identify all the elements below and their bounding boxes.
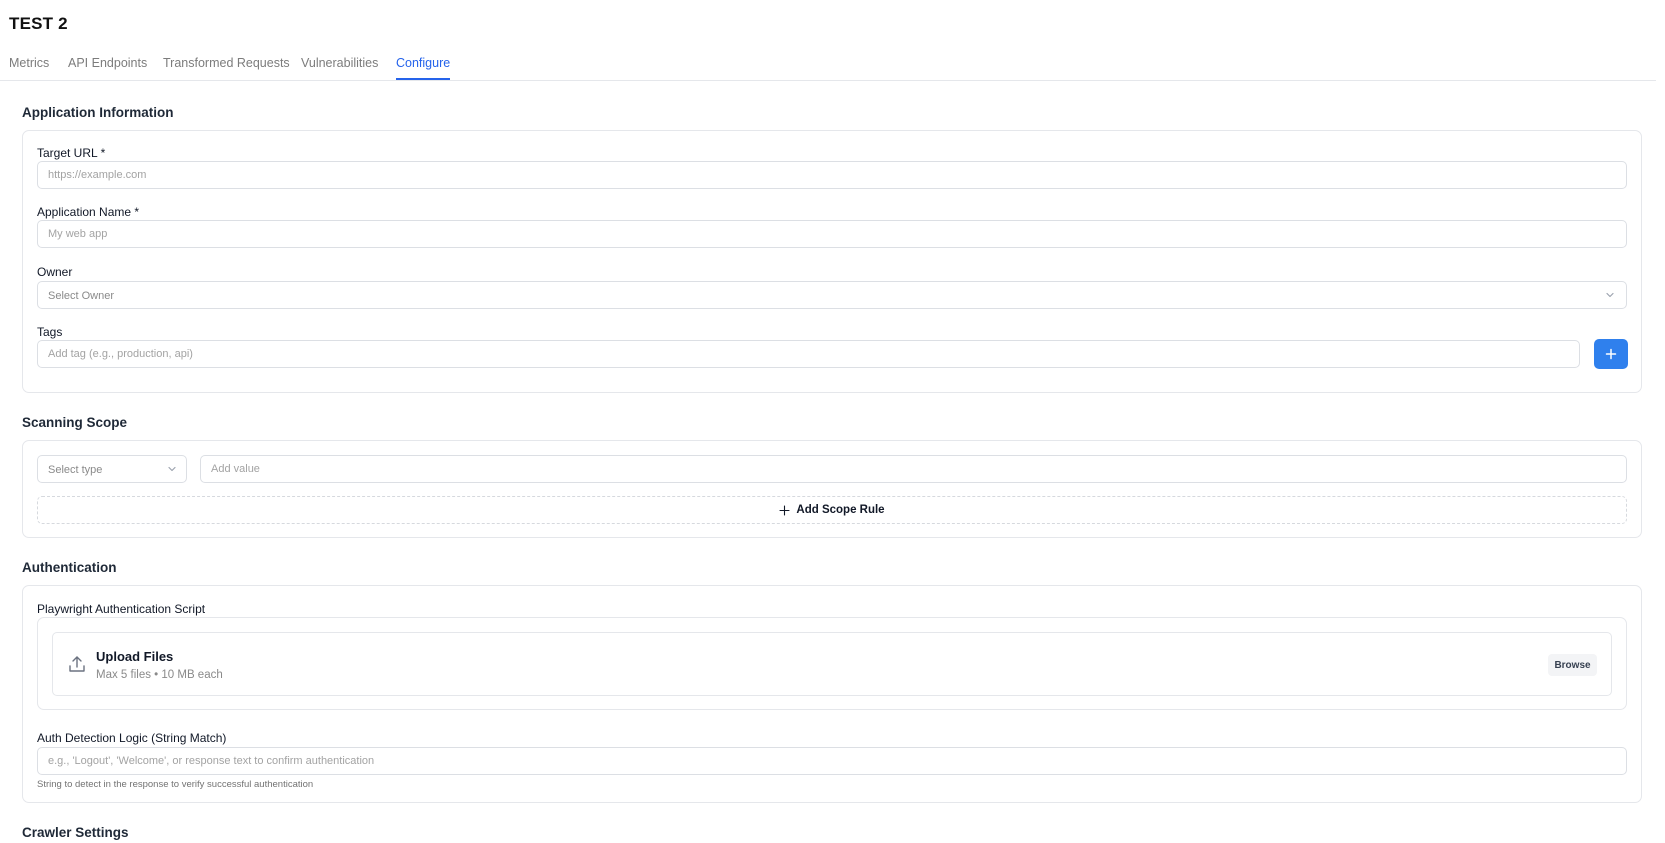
- section-title-scope: Scanning Scope: [22, 415, 128, 430]
- chevron-down-icon: [168, 466, 176, 472]
- target-url-label: Target URL *: [37, 146, 106, 160]
- auth-detection-input[interactable]: [37, 747, 1627, 775]
- tab-vulnerabilities[interactable]: Vulnerabilities: [301, 56, 378, 80]
- application-card: Target URL * Application Name * Owner Se…: [22, 130, 1642, 393]
- tab-bar: Metrics API Endpoints Transformed Reques…: [0, 52, 1656, 81]
- app-name-label: Application Name *: [37, 205, 140, 219]
- tags-label: Tags: [37, 325, 63, 339]
- detection-hint: String to detect in the response to veri…: [37, 779, 314, 790]
- owner-select-value: Select Owner: [48, 290, 115, 302]
- tab-transformed-requests[interactable]: Transformed Requests: [163, 56, 290, 80]
- section-title-application: Application Information: [22, 105, 174, 120]
- authentication-card: Playwright Authentication Script Upload …: [22, 585, 1642, 803]
- scope-type-select[interactable]: Select type: [37, 455, 187, 483]
- detection-label: Auth Detection Logic (String Match): [37, 731, 227, 745]
- script-label: Playwright Authentication Script: [37, 602, 206, 616]
- tags-input[interactable]: [37, 340, 1580, 368]
- chevron-down-icon: [1606, 292, 1614, 298]
- add-scope-rule-label: Add Scope Rule: [796, 504, 885, 516]
- upload-icon: [69, 656, 85, 672]
- section-title-crawler: Crawler Settings: [22, 825, 129, 840]
- target-url-input[interactable]: [37, 161, 1627, 189]
- owner-label: Owner: [37, 265, 73, 279]
- plus-icon: [1605, 348, 1617, 360]
- tab-configure[interactable]: Configure: [396, 56, 451, 80]
- section-title-authentication: Authentication: [22, 560, 117, 575]
- upload-dropzone[interactable]: Upload Files Max 5 files • 10 MB each Br…: [37, 617, 1627, 710]
- page-title: TEST 2: [9, 14, 68, 33]
- scope-value-input[interactable]: [200, 455, 1627, 483]
- upload-limits: Max 5 files • 10 MB each: [96, 669, 223, 681]
- tab-metrics[interactable]: Metrics: [9, 56, 49, 80]
- plus-icon: [779, 504, 790, 516]
- upload-panel: Upload Files Max 5 files • 10 MB each Br…: [52, 632, 1612, 696]
- tab-api-endpoints[interactable]: API Endpoints: [68, 56, 147, 80]
- scope-card: Select type Add Scope Rule: [22, 440, 1642, 538]
- add-scope-rule-button[interactable]: Add Scope Rule: [37, 496, 1627, 524]
- add-tag-button[interactable]: [1594, 339, 1628, 369]
- owner-select[interactable]: Select Owner: [37, 281, 1627, 309]
- app-name-input[interactable]: [37, 220, 1627, 248]
- browse-button[interactable]: Browse: [1548, 654, 1597, 676]
- scope-type-value: Select type: [48, 464, 103, 476]
- upload-title: Upload Files: [96, 649, 174, 664]
